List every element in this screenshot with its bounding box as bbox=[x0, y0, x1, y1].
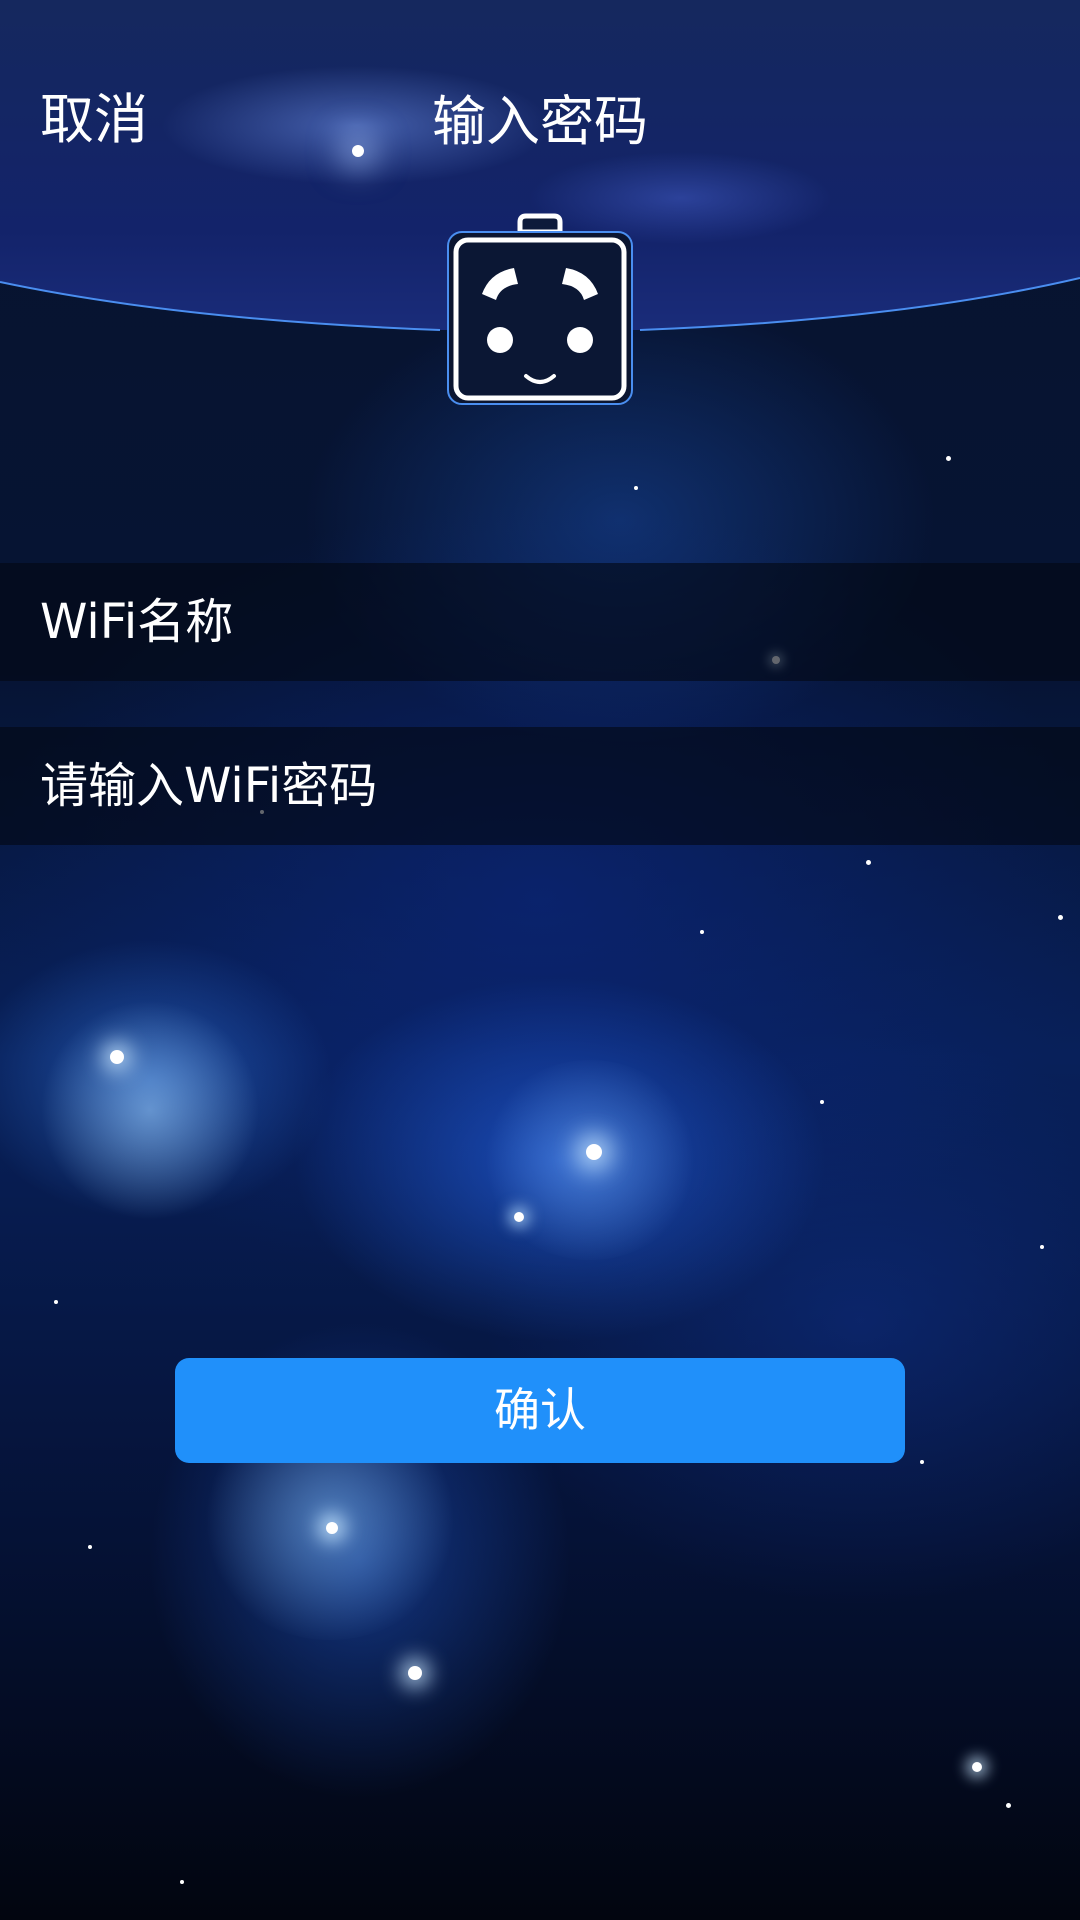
star bbox=[972, 1762, 982, 1772]
star bbox=[634, 486, 638, 490]
star bbox=[408, 1666, 422, 1680]
wifi-name-label: WiFi名称 bbox=[40, 594, 234, 650]
confirm-button[interactable]: 确认 bbox=[175, 1358, 905, 1463]
star bbox=[326, 1522, 338, 1534]
star bbox=[866, 860, 871, 865]
star bbox=[180, 1880, 184, 1884]
star bbox=[700, 930, 704, 934]
star bbox=[946, 456, 951, 461]
star bbox=[820, 1100, 824, 1104]
page-title: 输入密码 bbox=[432, 90, 648, 153]
star bbox=[1040, 1245, 1044, 1249]
star bbox=[88, 1545, 92, 1549]
star bbox=[54, 1300, 58, 1304]
wifi-name-row: WiFi名称 bbox=[0, 563, 1080, 681]
star bbox=[110, 1050, 124, 1064]
wifi-password-row[interactable] bbox=[0, 727, 1080, 845]
star bbox=[1058, 915, 1063, 920]
star bbox=[514, 1212, 524, 1222]
star bbox=[920, 1460, 924, 1464]
wifi-password-input[interactable] bbox=[40, 727, 1040, 845]
robot-face-icon bbox=[447, 213, 633, 405]
star bbox=[586, 1144, 602, 1160]
star bbox=[1006, 1803, 1011, 1808]
